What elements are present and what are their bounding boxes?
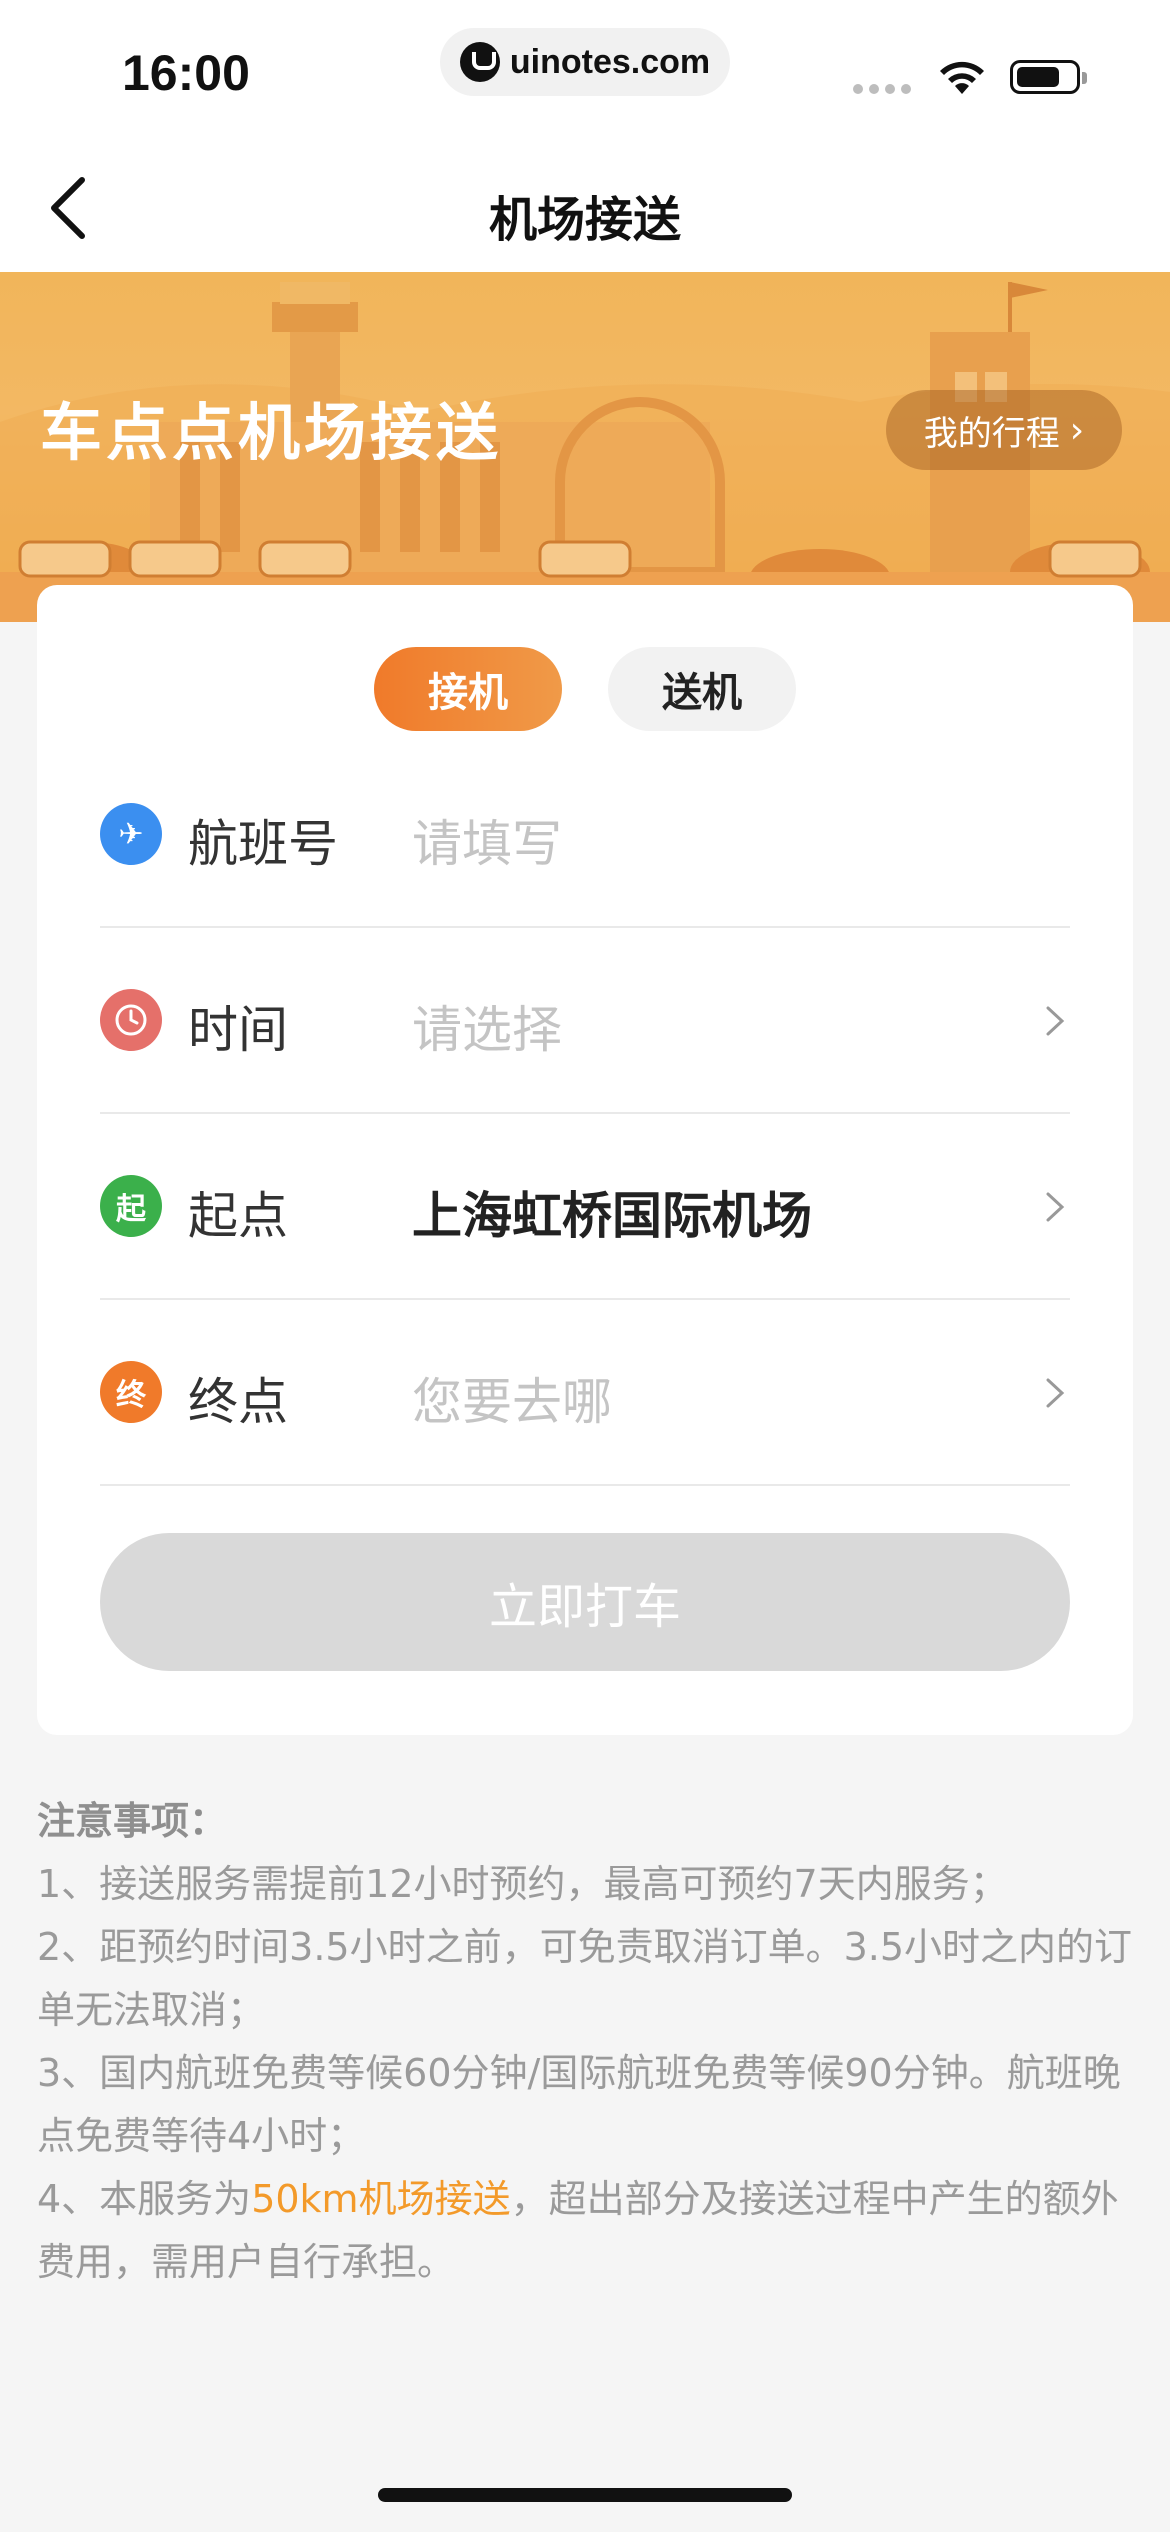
- hero-banner: 车点点机场接送 我的行程 ›: [0, 272, 1170, 622]
- notes-item-4: 4、本服务为50km机场接送，超出部分及接送过程中产生的额外费用，需用户自行承担…: [37, 2168, 1137, 2294]
- flight-number-input[interactable]: 请填写: [412, 804, 562, 876]
- nav-bar: 机场接送: [0, 140, 1170, 272]
- start-point-value[interactable]: 上海虹桥国际机场: [412, 1176, 812, 1248]
- wifi-icon: [940, 61, 984, 94]
- notes-item-3: 3、国内航班免费等候60分钟/国际航班免费等候90分钟。航班晚点免费等待4小时；: [37, 2051, 1121, 2158]
- time-row[interactable]: 时间 请选择: [100, 926, 1070, 1114]
- book-now-button[interactable]: 立即打车: [100, 1533, 1070, 1671]
- home-indicator: [378, 2488, 792, 2502]
- notes-section: 注意事项： 1、接送服务需提前12小时预约，最高可预约7天内服务； 2、距预约时…: [37, 1790, 1137, 2294]
- flight-number-label: 航班号: [188, 815, 338, 873]
- notes-item-4-prefix: 4、本服务为: [37, 2177, 252, 2221]
- page-title: 机场接送: [488, 192, 681, 248]
- flight-number-row[interactable]: ✈ 航班号 请填写: [100, 740, 1070, 928]
- chevron-right-icon: [1046, 1192, 1065, 1222]
- start-badge-icon: 起: [100, 1175, 162, 1237]
- notes-item-4-highlight: 50km机场接送: [251, 2177, 511, 2221]
- chevron-right-icon: ›: [1069, 409, 1085, 451]
- notes-item-2: 2、距预约时间3.5小时之前，可免责取消订单。3.5小时之内的订单无法取消；: [37, 1925, 1133, 2032]
- url-text: uinotes.com: [509, 42, 711, 81]
- start-point-row[interactable]: 起 起点 上海虹桥国际机场: [100, 1112, 1070, 1300]
- notes-item-1: 1、接送服务需提前12小时预约，最高可预约7天内服务；: [37, 1862, 1008, 1906]
- end-point-label: 终点: [188, 1373, 288, 1431]
- tab-pickup[interactable]: 接机: [374, 647, 562, 731]
- start-point-label: 起点: [188, 1187, 288, 1245]
- battery-icon: [1010, 60, 1087, 94]
- status-time: 16:00: [122, 45, 250, 101]
- chevron-right-icon: [1046, 1006, 1065, 1036]
- clock-icon: [100, 989, 162, 1051]
- url-pill[interactable]: uinotes.com: [440, 28, 730, 96]
- banner-title: 车点点机场接送: [40, 396, 503, 469]
- end-point-row[interactable]: 终 终点 您要去哪: [100, 1298, 1070, 1486]
- booking-card: 接机 送机 ✈ 航班号 请填写 时间 请选择 起 起点 上海虹桥国际机场 终 终…: [37, 585, 1133, 1735]
- end-badge-icon: 终: [100, 1361, 162, 1423]
- my-trips-button[interactable]: 我的行程 ›: [886, 390, 1122, 470]
- service-tabs: 接机 送机: [37, 647, 1133, 731]
- status-bar: 16:00 uinotes.com: [0, 0, 1170, 140]
- end-point-input[interactable]: 您要去哪: [412, 1362, 612, 1434]
- airplane-icon: ✈: [100, 803, 162, 865]
- tab-dropoff[interactable]: 送机: [608, 647, 796, 731]
- site-logo-icon: [459, 42, 500, 82]
- time-select[interactable]: 请选择: [412, 990, 562, 1062]
- my-trips-label: 我的行程: [923, 413, 1060, 454]
- chevron-right-icon: [1046, 1378, 1065, 1408]
- cellular-signal-icon: [853, 84, 911, 94]
- time-label: 时间: [188, 1001, 288, 1059]
- notes-title: 注意事项：: [37, 1799, 228, 1843]
